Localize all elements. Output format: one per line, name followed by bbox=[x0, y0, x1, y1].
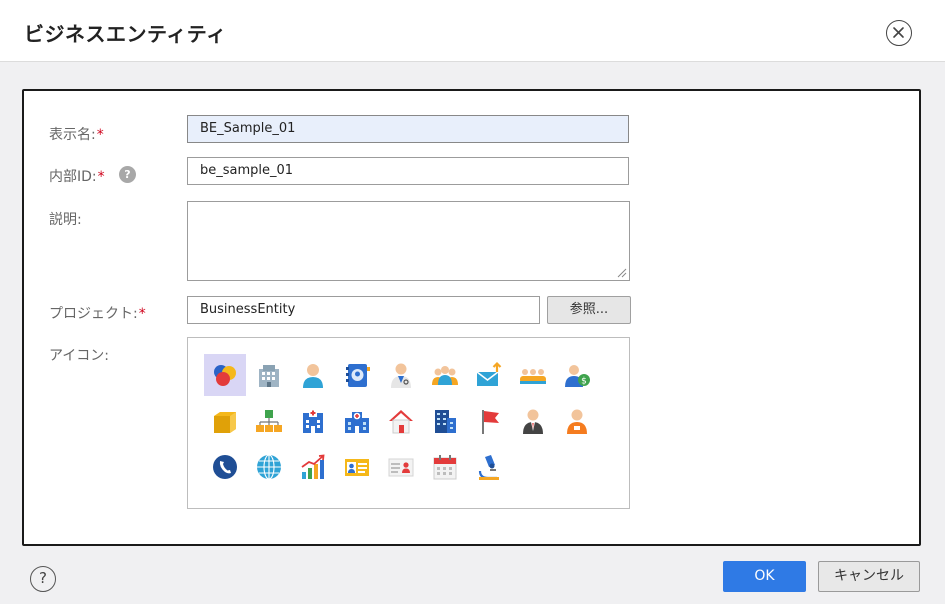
project-input[interactable]: BusinessEntity bbox=[187, 296, 540, 324]
circles-icon bbox=[214, 365, 236, 386]
icon-option[interactable] bbox=[292, 446, 334, 488]
icon-option[interactable] bbox=[468, 400, 510, 442]
icon-option[interactable] bbox=[512, 400, 554, 442]
icon-option[interactable]: $ bbox=[556, 354, 598, 396]
office-building-icon bbox=[259, 365, 279, 387]
person-icon bbox=[303, 364, 323, 388]
help-icon[interactable]: ? bbox=[119, 166, 136, 183]
form-panel: 表示名:* BE_Sample_01 内部ID:* ? be_sample_01… bbox=[22, 89, 921, 546]
icon-option[interactable] bbox=[424, 400, 466, 442]
calendar-icon bbox=[433, 455, 457, 480]
icon-option[interactable] bbox=[204, 354, 246, 396]
icon-option[interactable] bbox=[248, 446, 290, 488]
worker-icon bbox=[567, 409, 587, 434]
icon-option[interactable] bbox=[336, 400, 378, 442]
hierarchy-icon bbox=[256, 410, 282, 432]
icon-option[interactable] bbox=[380, 400, 422, 442]
id-card-icon bbox=[345, 459, 369, 476]
skyscraper-icon bbox=[435, 410, 456, 433]
icon-option[interactable] bbox=[556, 400, 598, 442]
doctor-icon bbox=[391, 363, 411, 388]
chart-growth-icon bbox=[301, 454, 325, 479]
microscope-icon bbox=[478, 455, 499, 480]
close-icon bbox=[893, 27, 904, 38]
icon-option[interactable] bbox=[468, 446, 510, 488]
group-icon bbox=[432, 366, 458, 385]
internal-id-label: 内部ID:* bbox=[49, 166, 105, 186]
svg-text:$: $ bbox=[581, 377, 587, 387]
hospital-icon bbox=[303, 409, 323, 433]
icon-option[interactable] bbox=[248, 354, 290, 396]
display-name-label: 表示名:* bbox=[49, 124, 104, 144]
icon-label: アイコン: bbox=[49, 348, 110, 364]
user-money-icon: $ bbox=[565, 365, 590, 387]
team-icon bbox=[520, 369, 546, 384]
clinic-icon bbox=[345, 412, 369, 433]
help-button[interactable]: ? bbox=[30, 566, 56, 592]
flag-icon bbox=[482, 410, 499, 434]
icon-option[interactable] bbox=[204, 400, 246, 442]
required-mark: * bbox=[97, 169, 105, 185]
icon-option[interactable] bbox=[468, 354, 510, 396]
icon-option[interactable] bbox=[512, 354, 554, 396]
contact-card-icon bbox=[388, 458, 414, 477]
required-mark: * bbox=[138, 306, 146, 322]
icon-option[interactable] bbox=[248, 400, 290, 442]
mail-upload-icon bbox=[476, 361, 502, 386]
icon-option[interactable] bbox=[424, 354, 466, 396]
display-name-input[interactable]: BE_Sample_01 bbox=[187, 115, 629, 143]
phone-icon bbox=[213, 455, 237, 479]
icon-option[interactable] bbox=[336, 446, 378, 488]
icon-option[interactable] bbox=[292, 354, 334, 396]
icon-option[interactable] bbox=[424, 446, 466, 488]
internal-id-label-text: 内部ID: bbox=[49, 169, 97, 185]
dialog-title: ビジネスエンティティ bbox=[24, 22, 227, 46]
icon-option[interactable] bbox=[204, 446, 246, 488]
ok-button[interactable]: OK bbox=[723, 561, 806, 592]
address-book-icon bbox=[346, 364, 370, 387]
description-label: 説明: bbox=[49, 212, 82, 228]
cancel-button[interactable]: キャンセル bbox=[818, 561, 920, 592]
internal-id-input[interactable]: be_sample_01 bbox=[187, 157, 629, 185]
display-name-label-text: 表示名: bbox=[49, 127, 96, 143]
folder-icon bbox=[214, 412, 236, 433]
icon-option[interactable] bbox=[380, 354, 422, 396]
close-button[interactable] bbox=[886, 20, 912, 46]
home-icon bbox=[389, 410, 413, 434]
icon-option[interactable] bbox=[380, 446, 422, 488]
icon-picker: $ bbox=[187, 337, 630, 509]
icon-option[interactable] bbox=[292, 400, 334, 442]
resize-grip-icon[interactable] bbox=[616, 267, 627, 278]
businessman-icon bbox=[523, 409, 543, 434]
globe-icon bbox=[257, 454, 281, 480]
project-label-text: プロジェクト: bbox=[49, 306, 138, 322]
description-textarea[interactable] bbox=[187, 201, 630, 281]
required-mark: * bbox=[96, 127, 104, 143]
icon-option[interactable] bbox=[336, 354, 378, 396]
dialog-header: ビジネスエンティティ bbox=[0, 0, 945, 62]
project-label: プロジェクト:* bbox=[49, 303, 146, 323]
browse-button[interactable]: 参照... bbox=[547, 296, 631, 324]
